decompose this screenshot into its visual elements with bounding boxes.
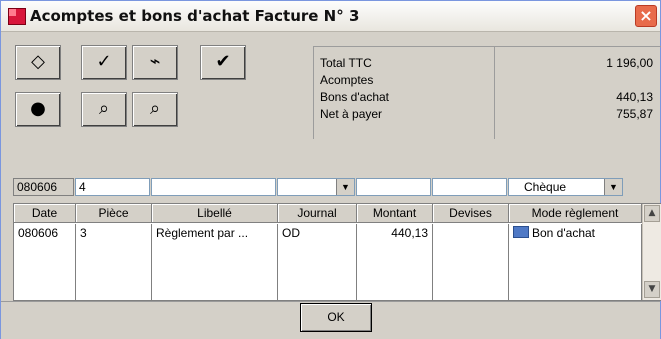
chevron-down-icon[interactable]: ▼ [604,179,622,195]
check-edit-icon[interactable]: ✔ [200,45,246,80]
date-input[interactable]: 080606 [13,178,74,196]
edit-icon[interactable]: ◇ [15,45,61,80]
voucher-icon [513,226,529,238]
piece-input[interactable]: 4 [75,178,150,196]
column-header-journal[interactable]: Journal [278,204,357,223]
cell-libelle[interactable]: Règlement par ... [152,224,278,300]
montant-input[interactable] [356,178,431,196]
mode-select[interactable]: Chèque ▼ [508,178,623,196]
bons-achat-value: 440,13 [616,90,653,104]
close-button[interactable]: × [635,5,657,27]
search-icon[interactable]: ⌕ [132,92,178,127]
cell-journal[interactable]: OD [278,224,357,300]
app-icon [8,8,26,25]
validate-icon[interactable]: ✓ [81,45,127,80]
devises-input[interactable] [432,178,507,196]
window-title: Acomptes et bons d'achat Facture N° 3 [30,7,360,25]
total-ttc-value: 1 196,00 [606,56,653,70]
vertical-scrollbar[interactable]: ▲ ▼ [642,204,661,300]
ok-button[interactable]: OK [300,303,372,332]
column-header-date[interactable]: Date [14,204,76,223]
column-header-libelle[interactable]: Libellé [152,204,278,223]
tag-icon[interactable]: ⌁ [132,45,178,80]
scroll-up-icon[interactable]: ▲ [644,205,660,222]
net-label: Net à payer [320,107,383,121]
total-ttc-label: Total TTC [320,56,372,70]
summary-labels: Total TTC Acomptes Bons d'achat Net à pa… [313,46,494,139]
mode-value: Chèque [524,180,567,194]
journal-select[interactable]: ▼ [277,178,355,196]
title-bar: Acomptes et bons d'achat Facture N° 3 × [1,1,660,32]
dialog-window: Acomptes et bons d'achat Facture N° 3 × … [0,0,661,339]
search-list-icon[interactable]: ⌕ [81,92,127,127]
libelle-input[interactable] [151,178,276,196]
cell-montant[interactable]: 440,13 [357,224,433,300]
scroll-down-icon[interactable]: ▼ [644,281,660,298]
column-header-montant[interactable]: Montant [357,204,433,223]
summary-values: 1 196,00 440,13 755,87 [494,46,661,139]
bons-achat-label: Bons d'achat [320,90,390,104]
cell-devises[interactable] [433,224,509,300]
cell-date[interactable]: 080606 [14,224,76,300]
column-header-piece[interactable]: Pièce [76,204,152,223]
chevron-down-icon[interactable]: ▼ [336,179,354,195]
cell-mode-label: Bon d'achat [532,226,596,240]
acomptes-label: Acomptes [320,73,374,87]
delete-icon[interactable]: ● [15,92,61,127]
cell-mode[interactable]: Bon d'achat [509,224,642,300]
payments-table: Date Pièce Libellé Journal Montant Devis… [13,203,661,301]
column-header-devises[interactable]: Devises [433,204,509,223]
net-value: 755,87 [616,107,653,121]
cell-piece[interactable]: 3 [76,224,152,300]
column-header-mode[interactable]: Mode règlement [509,204,642,223]
